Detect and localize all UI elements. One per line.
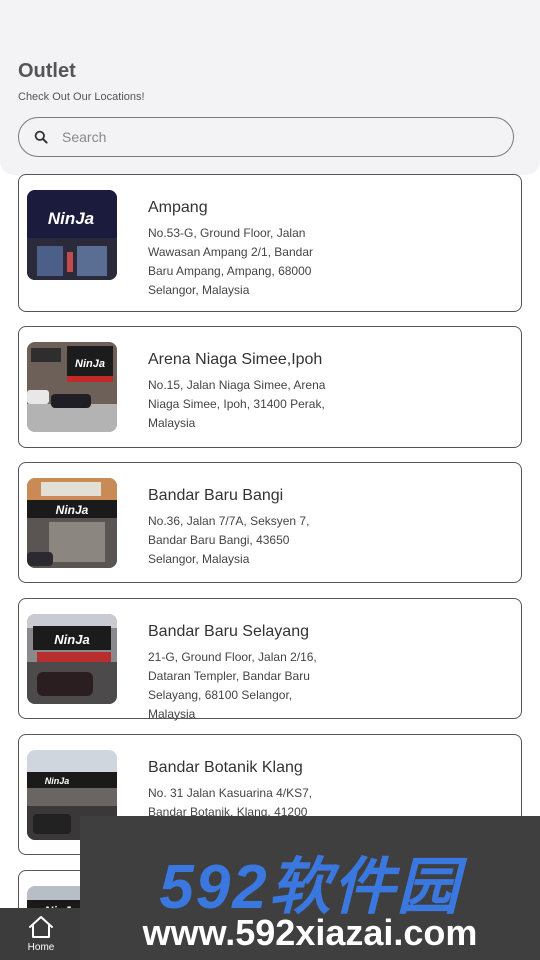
outlet-card-arena-niaga-simee[interactable]: NinJa Arena Niaga Simee,Ipoh No.15, Jala… <box>18 326 522 448</box>
outlet-address: No.53-G, Ground Floor, Jalan Wawasan Amp… <box>148 226 313 297</box>
header-panel: Outlet Check Out Our Locations! <box>0 0 540 175</box>
search-bar[interactable] <box>18 117 514 157</box>
outlet-address: 21-G, Ground Floor, Jalan 2/16, Dataran … <box>148 650 317 721</box>
outlet-sign-text: NinJa <box>45 776 70 786</box>
outlet-sign-text: NinJa <box>48 209 94 228</box>
page-title: Outlet <box>18 60 76 82</box>
outlet-card-ampang[interactable]: NinJa Ampang No.53-G, Ground Floor, Jala… <box>18 174 522 312</box>
outlet-address: No.15, Jalan Niaga Simee, Arena Niaga Si… <box>148 378 326 430</box>
outlet-screen: Outlet Check Out Our Locations! NinJa <box>0 0 540 960</box>
outlet-name: Bandar Botanik Klang <box>148 759 303 776</box>
home-icon <box>28 915 54 939</box>
outlet-card-bandar-baru-selayang[interactable]: NinJa Bandar Baru Selayang 21-G, Ground … <box>18 598 522 721</box>
watermark-url: www.592xiazai.com <box>142 912 478 953</box>
outlet-sign-text: NinJa <box>75 358 105 370</box>
nav-home-button[interactable]: Home <box>0 908 82 960</box>
outlet-name: Bandar Baru Selayang <box>148 623 309 640</box>
outlet-sign-text: NinJa <box>54 632 89 647</box>
outlet-photo: NinJa <box>27 478 117 568</box>
outlet-address: No.36, Jalan 7/7A, Seksyen 7, Bandar Bar… <box>148 514 310 566</box>
outlet-sign-text: NinJa <box>56 503 89 517</box>
nav-home-label: Home <box>27 942 55 953</box>
outlet-photo: NinJa <box>27 342 117 432</box>
page-subtitle: Check Out Our Locations! <box>18 91 145 103</box>
search-input[interactable] <box>62 118 513 156</box>
outlet-name: Ampang <box>148 199 208 216</box>
search-icon <box>34 130 48 144</box>
outlet-name: Arena Niaga Simee,Ipoh <box>148 351 323 368</box>
outlet-photo: NinJa <box>27 614 117 704</box>
watermark-overlay: 592软件园 www.592xiazai.com <box>80 816 540 960</box>
outlet-photo: NinJa <box>27 190 117 280</box>
outlet-card-bandar-baru-bangi[interactable]: NinJa Bandar Baru Bangi No.36, Jalan 7/7… <box>18 462 522 583</box>
outlet-name: Bandar Baru Bangi <box>148 487 284 504</box>
